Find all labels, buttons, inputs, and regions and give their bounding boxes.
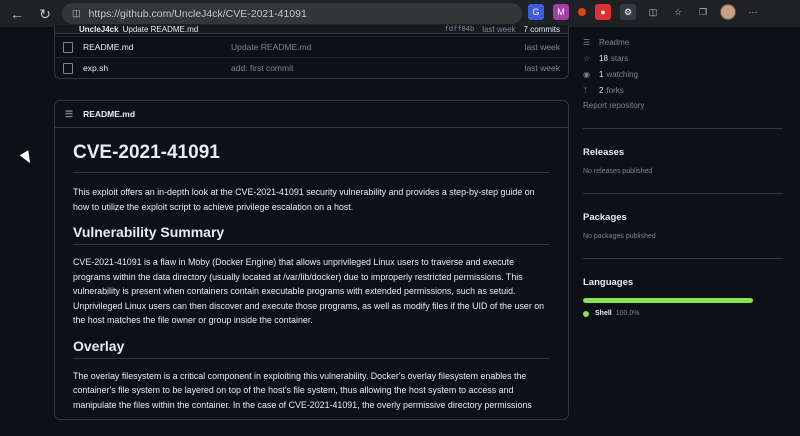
- language-item[interactable]: Shell 100.0%: [583, 310, 783, 317]
- address-bar[interactable]: ◫ https://github.com/UncleJ4ck/CVE-2021-…: [62, 3, 522, 24]
- forks-count: 2: [599, 85, 604, 95]
- overlay-heading: Overlay: [73, 338, 550, 359]
- commit-count[interactable]: 7 commits: [524, 25, 560, 33]
- translate-ext-icon[interactable]: G: [528, 4, 544, 20]
- file-time: last week: [524, 63, 560, 73]
- favorites-icon[interactable]: ☆: [670, 4, 686, 20]
- ext-icon[interactable]: ●: [595, 4, 611, 20]
- releases-section: Releases No releases published: [583, 128, 783, 175]
- file-name[interactable]: README.md: [83, 42, 231, 52]
- commit-hash[interactable]: fdff84b: [445, 25, 475, 33]
- collections-icon[interactable]: ❐: [695, 4, 711, 20]
- main-column: UncleJ4ck Update README.md fdff84b last …: [54, 25, 569, 420]
- file-row[interactable]: README.md Update README.md last week: [55, 36, 568, 57]
- readme-title: CVE-2021-41091: [73, 142, 550, 173]
- ext-icon[interactable]: [578, 8, 586, 16]
- summary-paragraph: CVE-2021-41091 is a flaw in Moby (Docker…: [73, 257, 545, 325]
- watching-link[interactable]: ◉ 1 watching: [583, 66, 783, 82]
- readme-header: ☰ README.md: [55, 101, 568, 128]
- readme-filename: README.md: [83, 109, 136, 119]
- readme-panel: ☰ README.md CVE-2021-41091 This exploit …: [54, 100, 569, 420]
- readme-link[interactable]: ☰ Readme: [583, 34, 783, 50]
- eye-icon: ◉: [583, 69, 590, 79]
- gmail-ext-icon[interactable]: M: [553, 4, 569, 20]
- stars-count: 18: [599, 53, 608, 63]
- book-icon: ☰: [583, 37, 591, 47]
- file-icon: [63, 41, 73, 53]
- url-text: https://github.com/UncleJ4ck/CVE-2021-41…: [88, 7, 307, 20]
- file-commit-message[interactable]: Update README.md: [231, 42, 311, 52]
- latest-commit: UncleJ4ck Update README.md fdff84b last …: [55, 25, 568, 34]
- file-time: last week: [524, 42, 560, 52]
- extension-icons: G M ● ⚙ ◫ ☆ ❐ ⋯: [528, 4, 761, 20]
- back-icon[interactable]: ←: [6, 3, 28, 25]
- packages-text: No packages published: [583, 233, 656, 240]
- star-icon: ☆: [583, 53, 591, 63]
- reload-icon[interactable]: ↻: [34, 3, 56, 25]
- site-info-icon[interactable]: ◫: [72, 8, 81, 19]
- intro-paragraph: This exploit offers an in-depth look at …: [73, 187, 535, 212]
- language-name: Shell: [595, 310, 612, 317]
- file-row[interactable]: exp.sh add: first commit last week: [55, 57, 568, 78]
- browser-toolbar: ← ↻ ◫ https://github.com/UncleJ4ck/CVE-2…: [0, 0, 800, 27]
- stars-link[interactable]: ☆ 18 stars: [583, 50, 783, 66]
- fork-icon: ᛉ: [583, 85, 588, 95]
- commit-message[interactable]: Update README.md: [123, 25, 199, 33]
- file-name[interactable]: exp.sh: [83, 63, 231, 73]
- languages-heading: Languages: [583, 277, 634, 288]
- repo-page: UncleJ4ck Update README.md fdff84b last …: [0, 25, 800, 420]
- overlay-paragraph: The overlay filesystem is a critical com…: [73, 370, 532, 410]
- commit-author[interactable]: UncleJ4ck: [79, 25, 119, 33]
- summary-heading: Vulnerability Summary: [73, 224, 550, 245]
- languages-section: Languages Shell 100.0%: [583, 258, 783, 317]
- list-icon[interactable]: ☰: [65, 109, 73, 120]
- ext-icon[interactable]: ⚙: [620, 4, 636, 20]
- file-icon: [63, 62, 73, 74]
- forks-link[interactable]: ᛉ 2 forks: [583, 82, 783, 98]
- file-list: UncleJ4ck Update README.md fdff84b last …: [54, 25, 569, 79]
- puzzle-icon[interactable]: ◫: [645, 4, 661, 20]
- language-percent: 100.0%: [615, 310, 640, 317]
- file-commit-message[interactable]: add: first commit: [231, 63, 293, 73]
- packages-heading[interactable]: Packages: [583, 212, 783, 223]
- language-bar: [583, 298, 753, 303]
- about-sidebar: ☰ Readme ☆ 18 stars ◉ 1 watching ᛉ 2 for…: [583, 27, 783, 317]
- profile-avatar[interactable]: [720, 4, 736, 20]
- report-repository-link[interactable]: Report repository: [583, 101, 783, 110]
- commit-time: last week: [482, 25, 516, 34]
- releases-text: No releases published: [583, 168, 653, 175]
- packages-section: Packages No packages published: [583, 193, 783, 240]
- language-dot: [583, 310, 589, 317]
- readme-content: CVE-2021-41091 This exploit offers an in…: [55, 128, 568, 436]
- watching-count: 1: [599, 69, 604, 79]
- releases-heading[interactable]: Releases: [583, 147, 783, 158]
- menu-icon[interactable]: ⋯: [745, 4, 761, 20]
